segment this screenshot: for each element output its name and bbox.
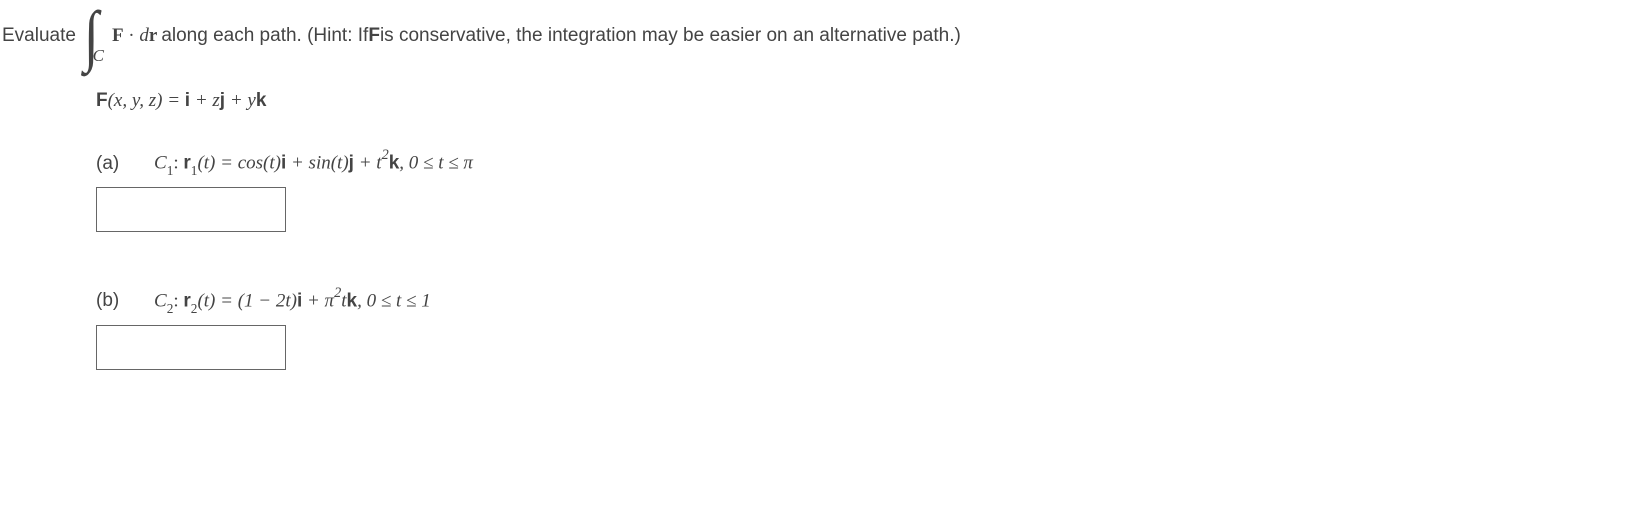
- F-vector-2: F: [368, 23, 380, 50]
- F-function: F: [96, 90, 108, 111]
- hint-text-2: is conservative, the integration may be …: [380, 23, 961, 50]
- F-vector: F: [112, 25, 124, 46]
- hint-text-1: along each path. (Hint: If: [161, 23, 368, 50]
- evaluate-text: Evaluate: [2, 23, 76, 50]
- integrand: F · dr: [112, 23, 157, 50]
- answer-box-b: [96, 325, 1632, 370]
- part-a: (a) C1: r1(t) = cos(t)i + sin(t)j + t2k,…: [96, 148, 1632, 179]
- vector-field-definition: F(x, y, z) = i + zj + yk: [96, 88, 1632, 115]
- r-vector: r: [149, 25, 157, 46]
- part-b-label: (b): [96, 288, 126, 315]
- integral-subscript: C: [93, 44, 104, 68]
- answer-box-a: [96, 187, 1632, 232]
- d-differential: d: [139, 25, 149, 46]
- integral-symbol-wrap: ∫ C: [82, 12, 112, 60]
- part-b-expression: C2: r2(t) = (1 − 2t)i + π2tk, 0 ≤ t ≤ 1: [154, 286, 431, 317]
- problem-intro: Evaluate ∫ C F · dr along each path. (Hi…: [2, 12, 1632, 60]
- part-a-expression: C1: r1(t) = cos(t)i + sin(t)j + t2k, 0 ≤…: [154, 148, 473, 179]
- part-a-label: (a): [96, 151, 126, 178]
- F-args: (x, y, z) =: [108, 90, 185, 111]
- unit-k: k: [256, 90, 267, 111]
- answer-input-a[interactable]: [96, 187, 286, 232]
- part-b: (b) C2: r2(t) = (1 − 2t)i + π2tk, 0 ≤ t …: [96, 286, 1632, 317]
- answer-input-b[interactable]: [96, 325, 286, 370]
